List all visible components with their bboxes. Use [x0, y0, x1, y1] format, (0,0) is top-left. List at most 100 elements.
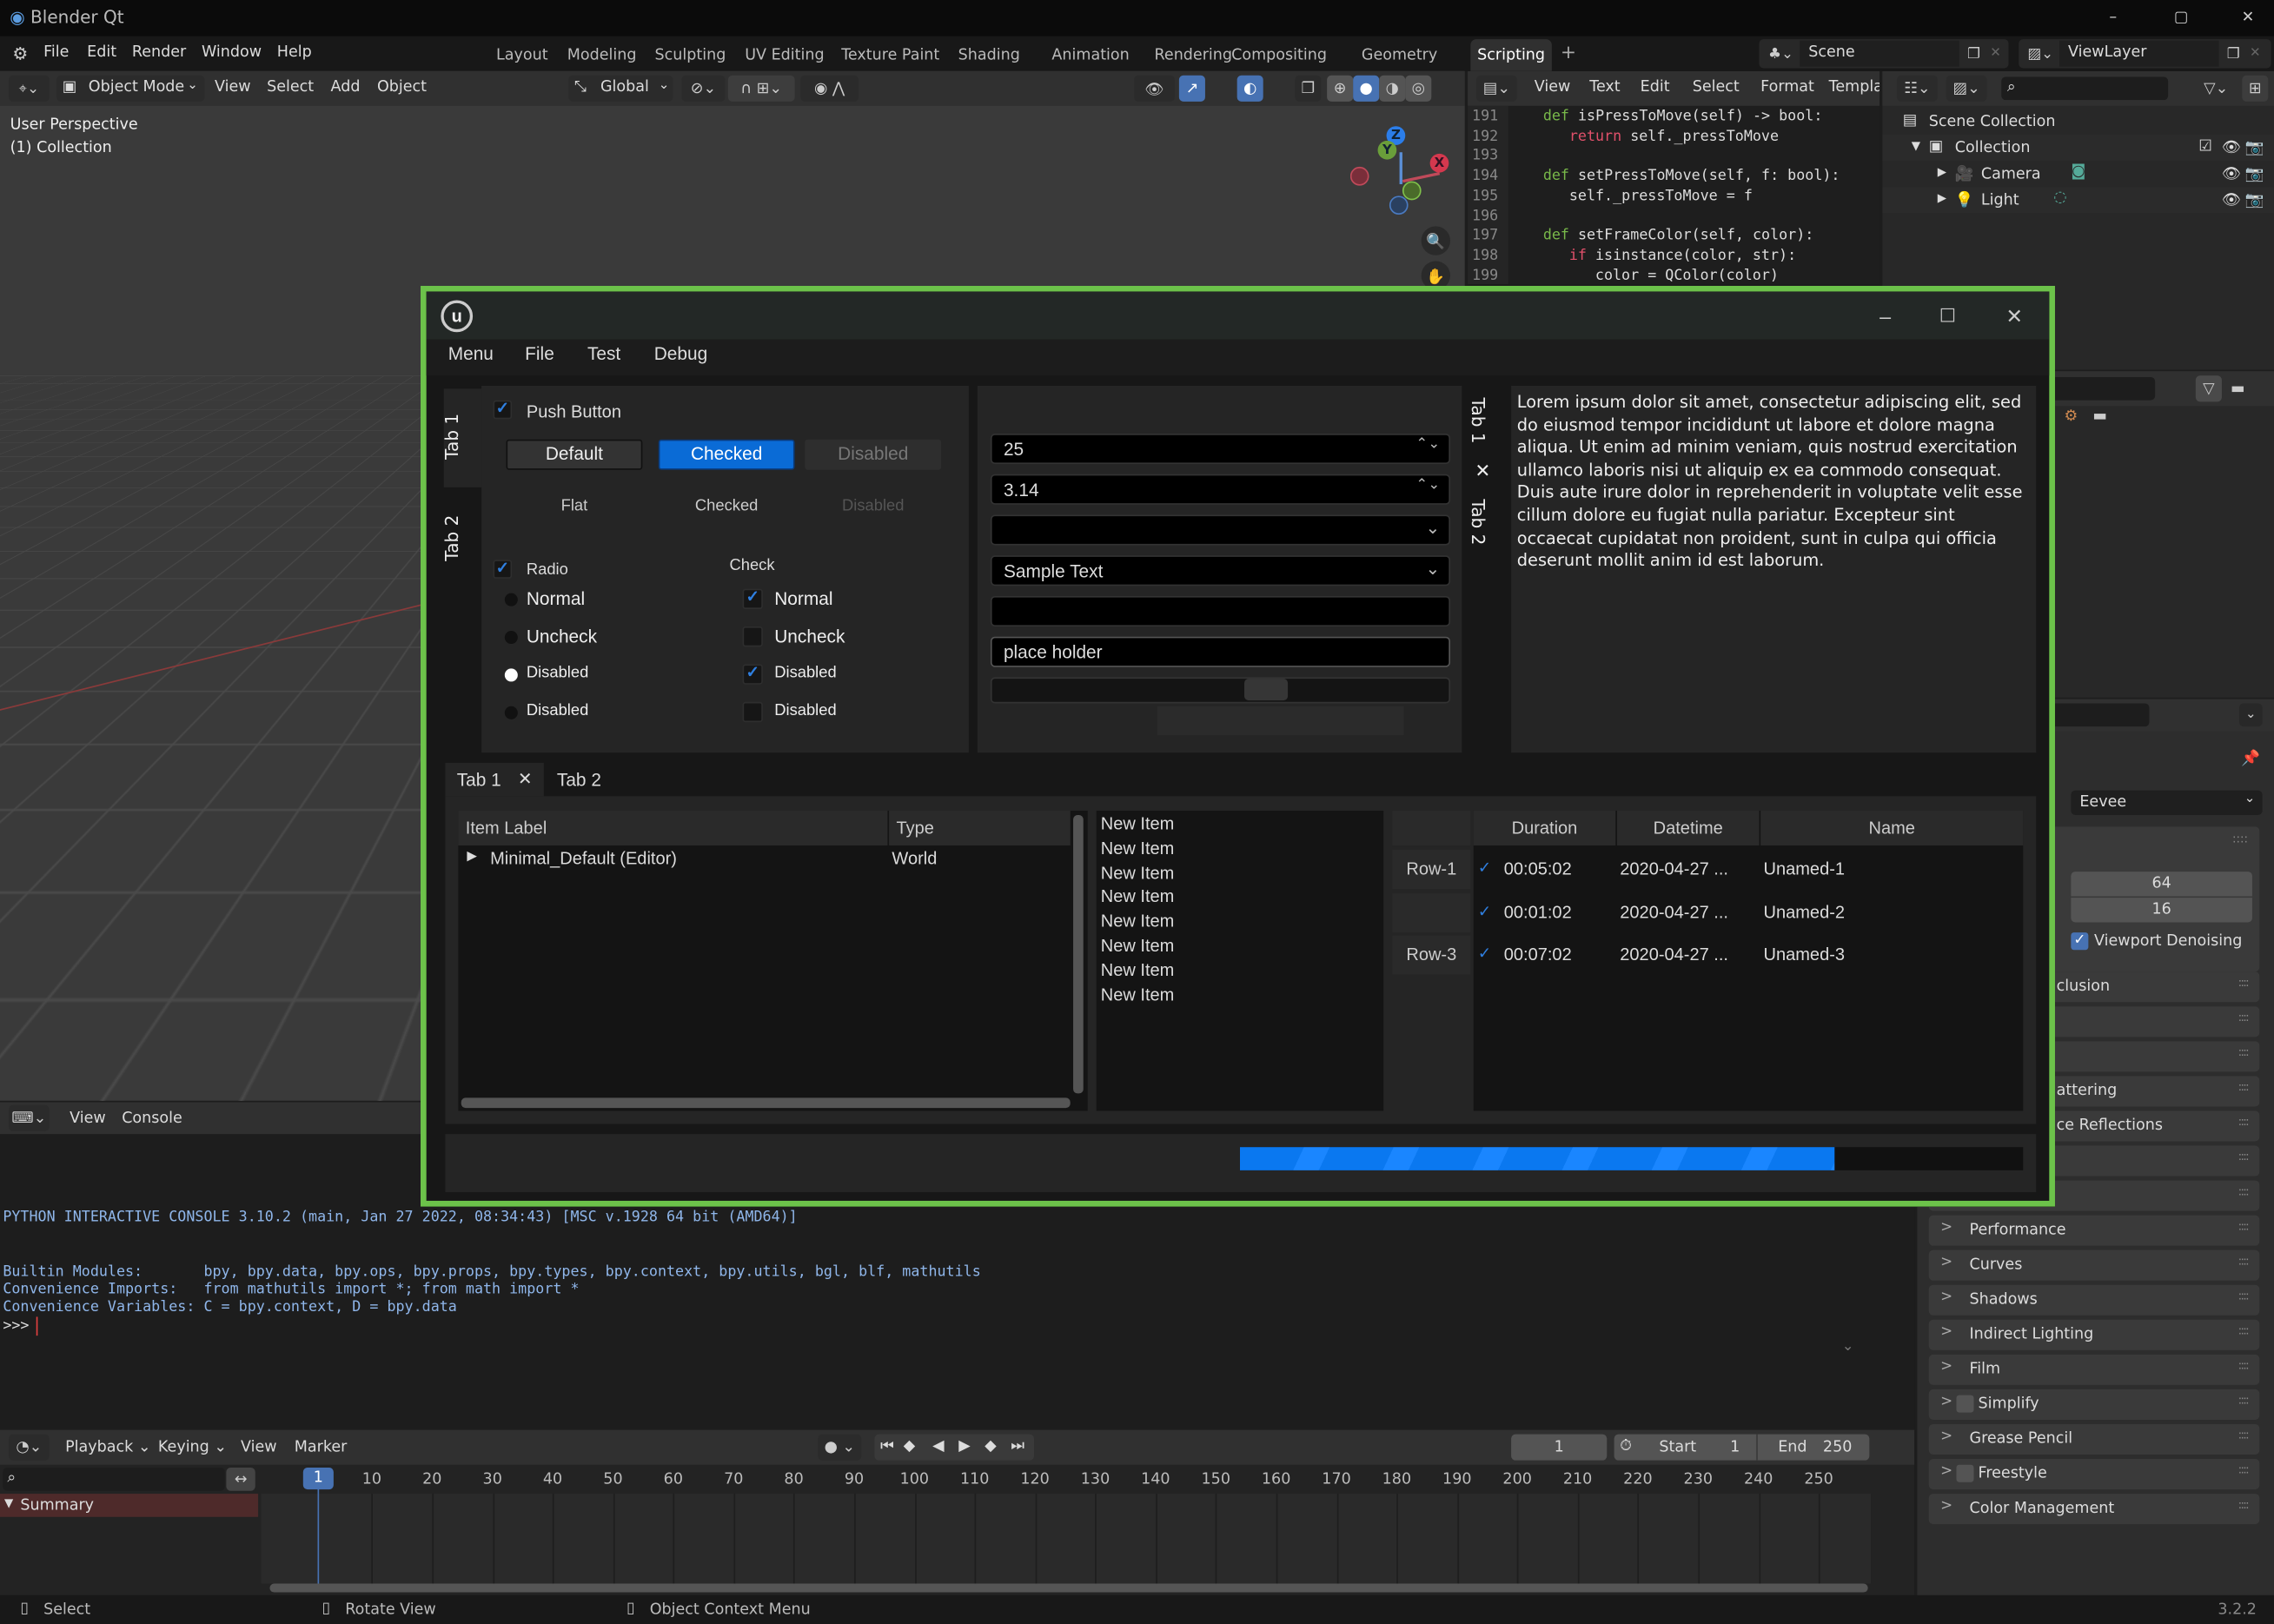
add-workspace-button[interactable]: +: [1561, 42, 1576, 63]
viewport-samples-field[interactable]: 16: [2071, 898, 2252, 923]
list-item[interactable]: New Item: [1101, 911, 1175, 931]
minimize-icon[interactable]: –: [2098, 4, 2127, 30]
qt-flat-button-flat[interactable]: Flat: [506, 497, 642, 514]
panel-grease-pencil[interactable]: > Grease Pencil::::: [1928, 1423, 2260, 1455]
text-browser[interactable]: Lorem ipsum dolor sit amet, consectetur …: [1511, 385, 2037, 753]
zoom-icon[interactable]: 🔍: [1421, 226, 1450, 255]
radio-button[interactable]: [504, 593, 518, 607]
viewlayer-name[interactable]: ViewLayer: [2068, 43, 2146, 61]
minimize-icon[interactable]: –: [1871, 303, 1899, 329]
copy-viewlayer-icon[interactable]: ❐: [2222, 42, 2245, 65]
tab-shading[interactable]: Shading: [951, 39, 1027, 71]
timeline-menu-marker[interactable]: Marker: [295, 1439, 348, 1456]
frame-range[interactable]: ⏱ Start 1 End 250: [1614, 1434, 1870, 1461]
viewport-menu-select[interactable]: Select: [267, 78, 314, 96]
code-line[interactable]: def setFrameColor(self, color):: [1543, 228, 1814, 243]
new-collection-icon[interactable]: ⊞: [2242, 75, 2269, 102]
timeline-menu-view[interactable]: View: [241, 1439, 277, 1456]
qt-flat-button-checked[interactable]: Checked: [659, 497, 795, 514]
spin-arrows-icon[interactable]: ⌃⌄: [1415, 436, 1440, 452]
panel-freestyle[interactable]: > Freestyle::::: [1928, 1459, 2260, 1490]
summary-row[interactable]: ▼ Summary: [0, 1494, 259, 1517]
tab-modeling[interactable]: Modeling: [560, 39, 644, 71]
outliner-item-camera[interactable]: ▶ 🎥 Camera 👁 📷 ◙: [1882, 161, 2274, 187]
tab-scripting[interactable]: Scripting: [1470, 39, 1552, 71]
table-cell-datetime[interactable]: 2020-04-27 ...: [1620, 945, 1728, 964]
snap-icon[interactable]: ∩ ⊞⌄: [727, 75, 795, 102]
play-reverse-icon[interactable]: ◀: [932, 1437, 944, 1455]
code-line[interactable]: self._pressToMove = f: [1569, 189, 1753, 204]
archive-icon[interactable]: ▬: [2224, 375, 2251, 401]
qt-side-tab-2-label[interactable]: Tab 2: [442, 515, 462, 561]
panel-curves[interactable]: > Curves::::: [1928, 1249, 2260, 1281]
table-row-header[interactable]: Row-1: [1392, 850, 1471, 890]
prev-keyframe-icon[interactable]: ◆: [904, 1437, 915, 1455]
maximize-icon[interactable]: ▢: [2166, 4, 2195, 30]
tab-sculpting[interactable]: Sculpting: [648, 39, 733, 71]
tab-rendering[interactable]: Rendering: [1155, 39, 1233, 71]
text-editor-type-icon[interactable]: ▤⌄: [1476, 75, 1517, 102]
panel-shadows[interactable]: > Shadows::::: [1928, 1284, 2260, 1316]
orientation-selector[interactable]: ⤡ Global ⌄: [568, 75, 673, 102]
playback-controls[interactable]: ⏮ ◆ ◀ ▶ ◆ ⏭: [874, 1434, 1034, 1461]
viewport-menu-view[interactable]: View: [215, 78, 251, 96]
current-frame-field[interactable]: 1: [1511, 1434, 1608, 1461]
tab-texture-paint[interactable]: Texture Paint: [835, 39, 945, 71]
row-check-icon[interactable]: ✓: [1478, 945, 1491, 963]
code-line[interactable]: return self._pressToMove: [1569, 129, 1779, 144]
check-box[interactable]: [742, 626, 763, 647]
tab-compositing[interactable]: Compositing: [1225, 39, 1333, 71]
gizmo-neg-z[interactable]: [1389, 196, 1409, 215]
horizontal-slider[interactable]: [990, 677, 1450, 704]
panel-simplify[interactable]: > Simplify::::: [1928, 1389, 2260, 1420]
table-cell-datetime[interactable]: 2020-04-27 ...: [1620, 858, 1728, 878]
slider-handle[interactable]: [1244, 679, 1289, 701]
tree-item-label[interactable]: Minimal_Default (Editor): [490, 848, 677, 868]
qt-menu-debug[interactable]: Debug: [654, 344, 707, 364]
qt-menu-menu[interactable]: Menu: [448, 344, 494, 364]
list-item[interactable]: New Item: [1101, 984, 1175, 1004]
filter-icon[interactable]: ▽⌄: [2198, 76, 2233, 102]
camera-icon[interactable]: 📷: [2245, 164, 2264, 182]
menu-edit[interactable]: Edit: [87, 43, 116, 61]
qt-bottom-tab-2[interactable]: Tab 2: [557, 770, 601, 790]
disclosure-triangle-icon[interactable]: ▼: [1912, 139, 1920, 152]
text-menu-select[interactable]: Select: [1693, 78, 1740, 96]
gizmo-x-axis[interactable]: X: [1429, 153, 1449, 173]
table-row-header[interactable]: [1392, 892, 1471, 932]
table-header-duration[interactable]: Duration: [1473, 810, 1616, 846]
table-cell-duration[interactable]: 00:07:02: [1504, 945, 1572, 964]
outliner-item-light[interactable]: ▶ 💡 Light 👁 📷 ◌: [1882, 187, 2274, 214]
table-header-name[interactable]: Name: [1760, 810, 2024, 846]
playhead-frame-badge[interactable]: 1: [302, 1468, 334, 1490]
remove-scene-icon[interactable]: ✕: [1986, 42, 2005, 65]
list-item[interactable]: New Item: [1101, 838, 1175, 858]
code-line[interactable]: def setPressToMove(self, f: bool):: [1543, 169, 1840, 184]
code-line[interactable]: if isinstance(color, str):: [1569, 248, 1796, 263]
table-header-datetime[interactable]: Datetime: [1616, 810, 1760, 846]
table-cell-name[interactable]: Unamed-3: [1764, 945, 1846, 964]
eye-icon[interactable]: 👁: [2222, 138, 2241, 156]
chevron-down-icon[interactable]: ⌄: [1426, 518, 1441, 538]
pivot-icon[interactable]: ⊘⌄: [681, 75, 726, 102]
xray-icon[interactable]: ❐: [1295, 75, 1322, 102]
outliner-item-scene-collection[interactable]: ▤ Scene Collection: [1882, 109, 2274, 135]
qt-button-checked[interactable]: Checked: [658, 439, 795, 470]
pin-icon[interactable]: 📌: [2239, 746, 2263, 769]
viewport-denoising-checkbox[interactable]: ✓: [2071, 932, 2089, 951]
menu-help[interactable]: Help: [277, 43, 312, 61]
filter-scene-icon[interactable]: ▨⌄: [1946, 75, 1987, 102]
table-cell-name[interactable]: Unamed-2: [1764, 901, 1846, 921]
console-menu-console[interactable]: Console: [122, 1110, 182, 1127]
code-line[interactable]: def isPressToMove(self) -> bool:: [1543, 109, 1823, 124]
qt-button-default[interactable]: Default: [506, 439, 643, 470]
int-spinbox[interactable]: 25 ⌃⌄: [990, 434, 1450, 465]
jump-start-icon[interactable]: ⏮: [880, 1437, 894, 1456]
qt-right-tab-2[interactable]: Tab 2: [1468, 499, 1488, 545]
tree-vertical-scrollbar[interactable]: [1073, 814, 1084, 1094]
menu-render[interactable]: Render: [132, 43, 186, 61]
outliner-search[interactable]: ⌕: [2001, 76, 2169, 101]
eye-icon[interactable]: 👁: [2222, 190, 2241, 209]
record-icon[interactable]: ● ⌄: [818, 1434, 862, 1461]
spin-arrows-icon[interactable]: ⌃⌄: [1415, 477, 1440, 493]
